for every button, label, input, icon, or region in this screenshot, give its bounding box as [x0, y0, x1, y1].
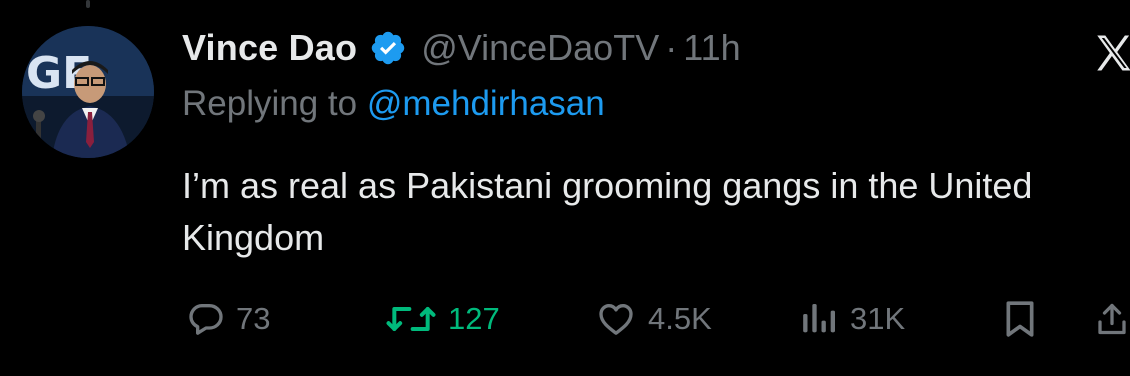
- like-count: 4.5K: [648, 301, 712, 336]
- bar-chart-icon: [803, 304, 835, 333]
- bookmark-icon: [1006, 301, 1034, 337]
- tweet-action-bar: 73 127 4.5K 31K: [0, 294, 1130, 344]
- avatar[interactable]: GE: [22, 26, 154, 158]
- views-count: 31K: [850, 301, 906, 336]
- reply-count: 73: [236, 301, 271, 336]
- avatar-photo: GE: [22, 26, 154, 158]
- share-upload-icon: [1098, 303, 1126, 335]
- thread-connector-line: [86, 0, 90, 8]
- reply-button[interactable]: 73: [186, 294, 270, 344]
- like-button[interactable]: 4.5K: [594, 294, 712, 344]
- tweet-body-text: I’m as real as Pakistani grooming gangs …: [182, 165, 1033, 258]
- share-button[interactable]: [1094, 294, 1130, 344]
- verified-badge-icon: [371, 31, 405, 65]
- views-button[interactable]: 31K: [798, 294, 905, 344]
- bookmark-button[interactable]: [1000, 294, 1040, 344]
- x-logo-icon[interactable]: [1090, 32, 1130, 74]
- display-name[interactable]: Vince Dao: [182, 27, 357, 69]
- tweet-header: Vince Dao @VinceDaoTV · 11h: [182, 24, 741, 72]
- reply-bubble-icon: [189, 304, 223, 335]
- retweet-count: 127: [448, 301, 500, 336]
- user-handle[interactable]: @VinceDaoTV: [421, 27, 659, 69]
- replying-to-mention[interactable]: @mehdirhasan: [367, 84, 605, 123]
- meta-separator: ·: [665, 27, 678, 68]
- heart-icon: [599, 304, 633, 335]
- retweet-arrows-icon: [386, 307, 436, 331]
- replying-to-line: Replying to @mehdirhasan: [182, 84, 605, 124]
- tweet-timestamp[interactable]: 11h: [683, 27, 740, 69]
- replying-prefix: Replying to: [182, 84, 358, 123]
- tweet-card[interactable]: GE Vince Dao @VinceDaoTV · 11h Replying …: [0, 0, 1130, 376]
- retweet-button[interactable]: 127: [384, 294, 500, 344]
